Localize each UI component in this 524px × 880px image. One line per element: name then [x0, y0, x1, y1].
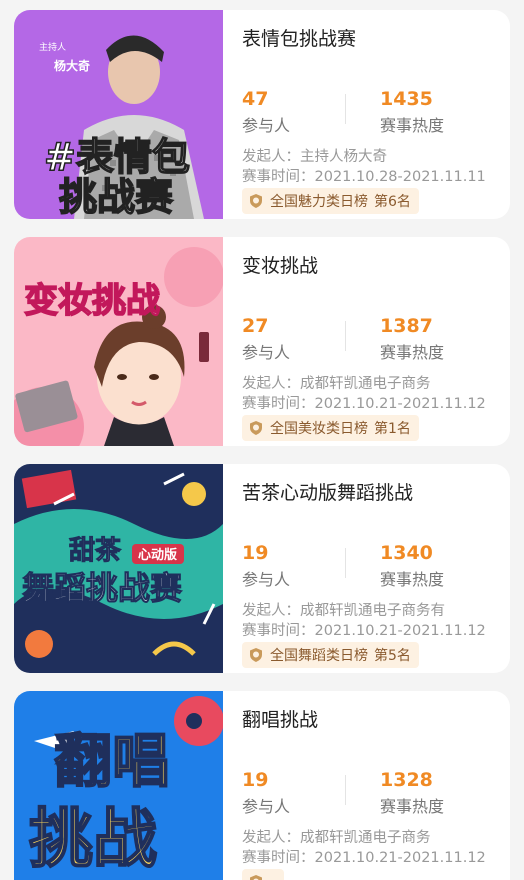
challenge-cover-image[interactable]: 变妆挑战: [14, 237, 223, 446]
time-value: 2021.10.21-2021.11.12: [314, 850, 486, 866]
challenge-title[interactable]: 变妆挑战: [242, 251, 318, 278]
time-value: 2021.10.21-2021.11.12: [314, 623, 486, 639]
heat-count: 1340: [380, 542, 433, 564]
organizer-value: 主持人杨大奇: [300, 149, 387, 165]
organizer-label: 发起人：: [242, 149, 300, 165]
heat-label: 赛事热度: [380, 797, 445, 816]
participants-stat: 19 参与人: [242, 769, 290, 817]
time-row: 赛事时间：2021.10.21-2021.11.12: [242, 846, 486, 867]
challenge-card[interactable]: 变妆挑战 变妆挑战 27 参与人 1387 赛事热度 发起人：成都轩凯通电子商务…: [14, 237, 510, 446]
participants-label: 参与人: [242, 570, 291, 589]
participants-count: 47: [242, 88, 269, 110]
cover-headline-1: 翻唱: [54, 727, 170, 795]
participants-label: 参与人: [242, 116, 291, 135]
participants-stat: 19 参与人: [242, 542, 290, 590]
participants-count: 27: [242, 315, 269, 337]
rank-position: 第1名: [374, 421, 411, 437]
challenge-card[interactable]: 甜茶 心动版 舞蹈挑战赛 苦茶心动版舞蹈挑战 19 参与人 1340 赛事热度 …: [14, 464, 510, 673]
challenge-cover-image[interactable]: 翻唱 挑战: [14, 691, 223, 880]
time-value: 2021.10.28-2021.11.11: [314, 169, 486, 185]
organizer-value: 成都轩凯通电子商务有: [300, 603, 445, 619]
heat-label: 赛事热度: [380, 343, 445, 362]
rank-category: 全国魅力类日榜: [270, 194, 368, 210]
organizer-value: 成都轩凯通电子商务: [300, 376, 431, 392]
rank-badge[interactable]: 全国舞蹈类日榜 第5名: [242, 642, 419, 668]
challenge-info: 翻唱挑战 19 参与人 1328 赛事热度 发起人：成都轩凯通电子商务 赛事时间…: [242, 691, 510, 880]
rank-badge[interactable]: 全国魅力类日榜 第6名: [242, 188, 419, 214]
rank-position: 第5名: [374, 648, 411, 664]
organizer-value: 成都轩凯通电子商务: [300, 830, 431, 846]
participants-count: 19: [242, 542, 269, 564]
rank-category: 全国舞蹈类日榜: [270, 648, 368, 664]
organizer-row: 发起人：成都轩凯通电子商务: [242, 826, 431, 847]
challenge-title[interactable]: 表情包挑战赛: [242, 24, 356, 51]
cover-headline-1: #表情包: [44, 135, 190, 179]
medal-icon: [248, 647, 264, 663]
organizer-label: 发起人：: [242, 603, 300, 619]
stat-divider: [345, 321, 346, 351]
rank-position: 第6名: [374, 194, 411, 210]
challenge-info: 变妆挑战 27 参与人 1387 赛事热度 发起人：成都轩凯通电子商务 赛事时间…: [242, 237, 510, 446]
time-value: 2021.10.21-2021.11.12: [314, 396, 486, 412]
heat-label: 赛事热度: [380, 570, 445, 589]
cover-badge-text: 心动版: [138, 547, 177, 563]
challenge-list: 主持人 杨大奇 #表情包 挑战赛 表情包挑战赛 47 参与人 1435 赛事热度…: [0, 0, 524, 880]
heat-label: 赛事热度: [380, 116, 445, 135]
organizer-label: 发起人：: [242, 830, 300, 846]
heat-stat: 1435 赛事热度: [380, 88, 444, 136]
participants-stat: 27 参与人: [242, 315, 290, 363]
medal-icon: [248, 193, 264, 209]
time-label: 赛事时间：: [242, 396, 315, 412]
challenge-title[interactable]: 翻唱挑战: [242, 705, 318, 732]
host-name-text: 杨大奇: [54, 58, 90, 73]
time-label: 赛事时间：: [242, 169, 315, 185]
heat-stat: 1387 赛事热度: [380, 315, 444, 363]
rank-badge[interactable]: 全国美妆类日榜 第1名: [242, 415, 419, 441]
participants-label: 参与人: [242, 797, 291, 816]
organizer-label: 发起人：: [242, 376, 300, 392]
cover-headline-2: 舞蹈挑战赛: [22, 569, 183, 607]
participants-label: 参与人: [242, 343, 291, 362]
organizer-row: 发起人：成都轩凯通电子商务有: [242, 599, 445, 620]
organizer-row: 发起人：主持人杨大奇: [242, 145, 387, 166]
stat-divider: [345, 548, 346, 578]
challenge-info: 苦茶心动版舞蹈挑战 19 参与人 1340 赛事热度 发起人：成都轩凯通电子商务…: [242, 464, 510, 673]
challenge-cover-image[interactable]: 甜茶 心动版 舞蹈挑战赛: [14, 464, 223, 673]
time-row: 赛事时间：2021.10.21-2021.11.12: [242, 619, 486, 640]
rank-badge[interactable]: [242, 869, 284, 880]
cover-headline-1: 变妆挑战: [24, 281, 160, 321]
challenge-card[interactable]: 主持人 杨大奇 #表情包 挑战赛 表情包挑战赛 47 参与人 1435 赛事热度…: [14, 10, 510, 219]
heat-stat: 1328 赛事热度: [380, 769, 444, 817]
cover-headline-1: 甜茶: [69, 536, 122, 566]
cover-headline-2: 挑战: [29, 803, 157, 877]
time-label: 赛事时间：: [242, 850, 315, 866]
challenge-card[interactable]: 翻唱 挑战 翻唱挑战 19 参与人 1328 赛事热度 发起人：成都轩凯通电子商…: [14, 691, 510, 880]
medal-icon: [248, 420, 264, 436]
time-row: 赛事时间：2021.10.28-2021.11.11: [242, 165, 486, 186]
time-row: 赛事时间：2021.10.21-2021.11.12: [242, 392, 486, 413]
organizer-row: 发起人：成都轩凯通电子商务: [242, 372, 431, 393]
heat-stat: 1340 赛事热度: [380, 542, 444, 590]
time-label: 赛事时间：: [242, 623, 315, 639]
rank-category: 全国美妆类日榜: [270, 421, 368, 437]
stat-divider: [345, 775, 346, 805]
participants-count: 19: [242, 769, 269, 791]
host-label-text: 主持人: [39, 41, 66, 53]
medal-icon: [248, 874, 264, 880]
stat-divider: [345, 94, 346, 124]
heat-count: 1387: [380, 315, 433, 337]
challenge-info: 表情包挑战赛 47 参与人 1435 赛事热度 发起人：主持人杨大奇 赛事时间：…: [242, 10, 510, 219]
participants-stat: 47 参与人: [242, 88, 290, 136]
challenge-cover-image[interactable]: 主持人 杨大奇 #表情包 挑战赛: [14, 10, 223, 219]
cover-headline-2: 挑战赛: [59, 175, 174, 219]
heat-count: 1328: [380, 769, 433, 791]
challenge-title[interactable]: 苦茶心动版舞蹈挑战: [242, 478, 413, 505]
heat-count: 1435: [380, 88, 433, 110]
